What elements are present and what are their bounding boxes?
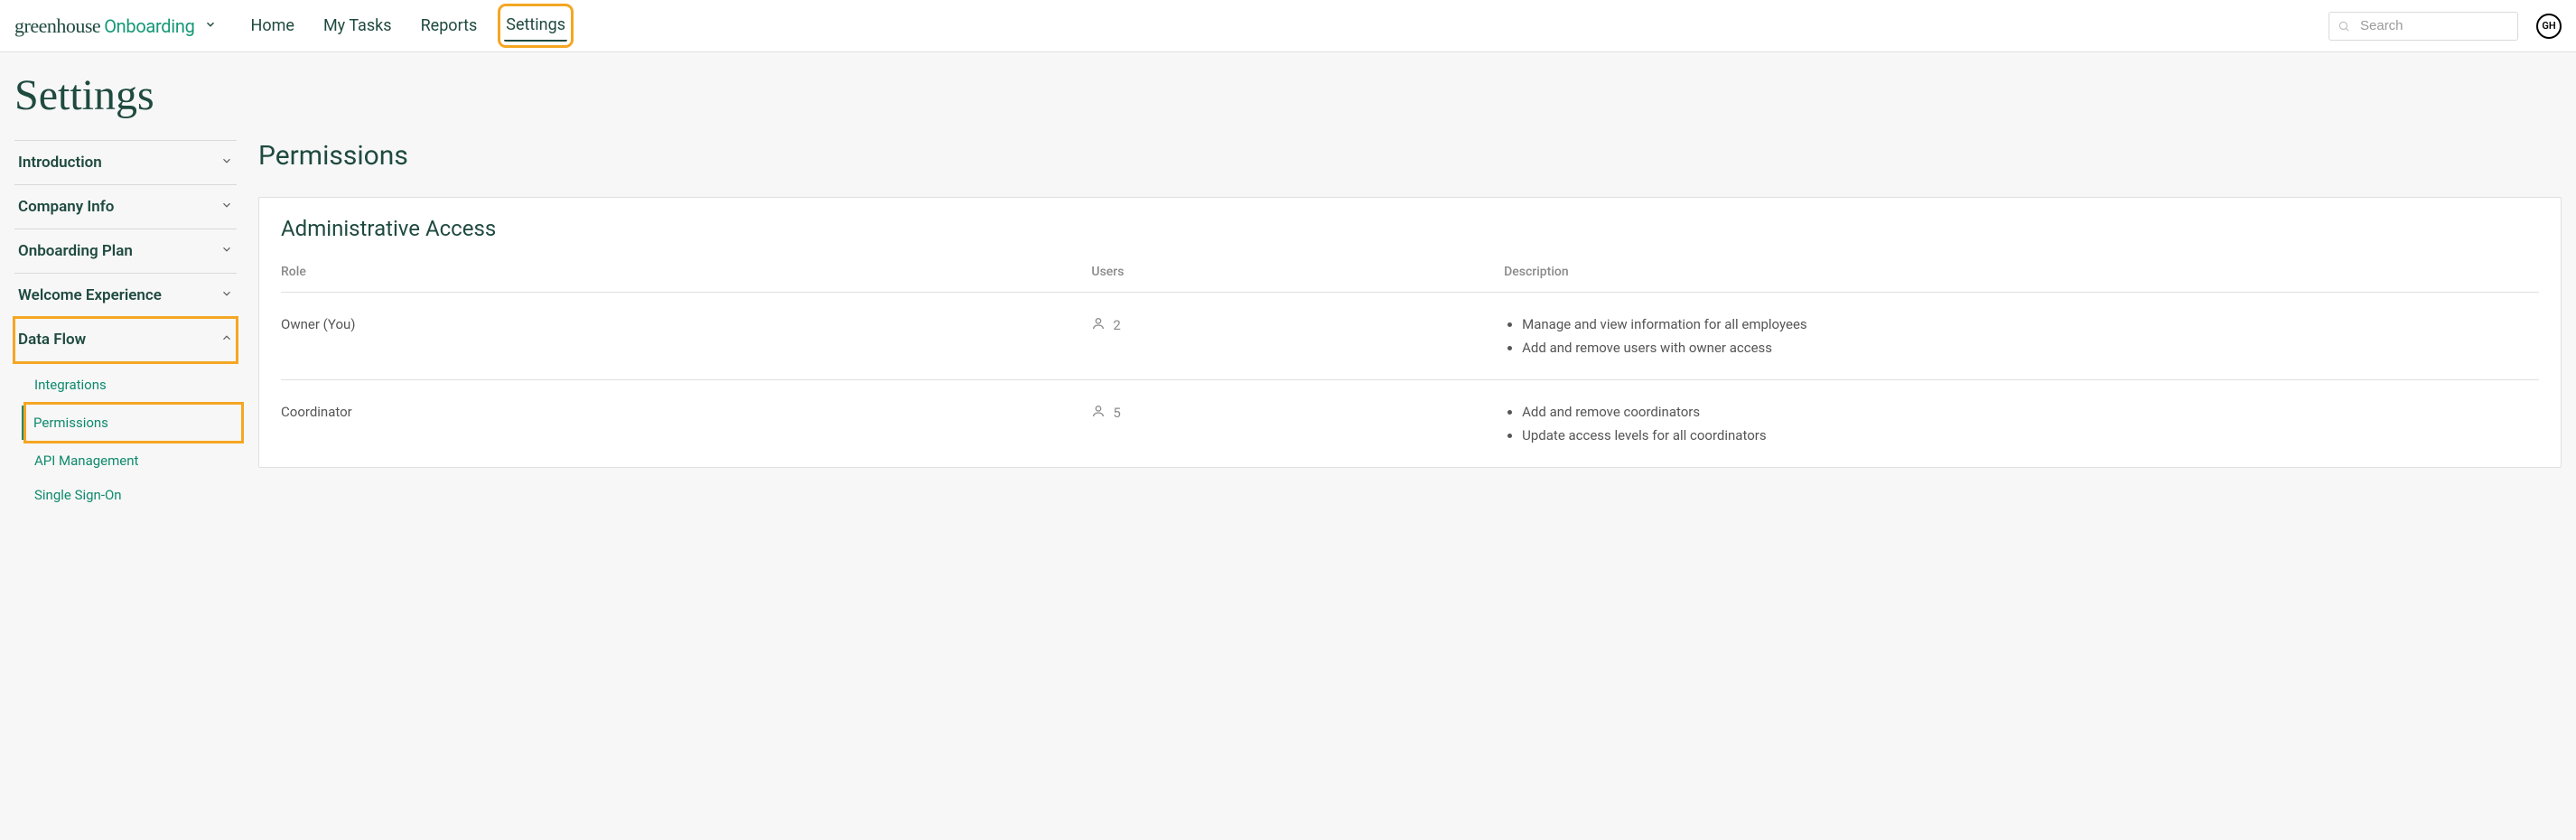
col-description: Description — [1504, 265, 2539, 279]
panel-title: Administrative Access — [281, 216, 2539, 241]
search-input[interactable] — [2329, 12, 2518, 41]
description-cell: Manage and view information for all empl… — [1504, 316, 2539, 356]
main-title: Permissions — [258, 140, 2562, 172]
description-item: Add and remove users with owner access — [1522, 340, 2539, 356]
settings-layout: Introduction Company Info Onboarding Pla… — [14, 140, 2562, 518]
users-count: 2 — [1113, 317, 1120, 333]
sidebar-section-label: Introduction — [18, 154, 102, 172]
sidebar-item-single-sign-on[interactable]: Single Sign-On — [31, 478, 237, 512]
sidebar-item-api-management[interactable]: API Management — [31, 443, 237, 478]
sidebar-section-welcome-experience[interactable]: Welcome Experience — [14, 274, 237, 318]
table-row[interactable]: Owner (You) 2 Manage and view informatio… — [281, 292, 2539, 379]
sidebar-section-introduction[interactable]: Introduction — [14, 140, 237, 185]
chevron-down-icon — [220, 242, 233, 260]
page-title: Settings — [14, 70, 2562, 120]
table-row[interactable]: Coordinator 5 Add and remove coordinator… — [281, 379, 2539, 467]
chevron-down-icon — [220, 198, 233, 216]
avatar-initials: GH — [2542, 20, 2555, 32]
sidebar-item-integrations[interactable]: Integrations — [31, 368, 237, 402]
sidebar-section-onboarding-plan[interactable]: Onboarding Plan — [14, 229, 237, 274]
user-icon — [1091, 316, 1106, 334]
users-cell: 5 — [1091, 404, 1489, 422]
admin-access-panel: Administrative Access Role Users Descrip… — [258, 197, 2562, 468]
topbar: greenhouse Onboarding Home My Tasks Repo… — [0, 0, 2576, 52]
sidebar-data-flow-children: Integrations Permissions API Management … — [14, 362, 237, 518]
description-cell: Add and remove coordinators Update acces… — [1504, 404, 2539, 443]
description-item: Update access levels for all coordinator… — [1522, 427, 2539, 443]
sidebar-item-permissions[interactable]: Permissions — [22, 406, 240, 440]
col-role: Role — [281, 265, 1077, 279]
main-nav: Home My Tasks Reports Settings — [249, 10, 568, 42]
nav-my-tasks[interactable]: My Tasks — [322, 11, 394, 41]
nav-reports[interactable]: Reports — [419, 11, 480, 41]
description-item: Add and remove coordinators — [1522, 404, 2539, 420]
sidebar-item-permissions-wrap: Permissions — [25, 404, 242, 442]
sidebar-section-label: Data Flow — [18, 331, 86, 349]
chevron-down-icon — [220, 154, 233, 172]
logo-brand: greenhouse — [14, 14, 100, 38]
main-content: Permissions Administrative Access Role U… — [258, 140, 2562, 468]
col-users: Users — [1091, 265, 1489, 279]
users-cell: 2 — [1091, 316, 1489, 334]
users-count: 5 — [1113, 405, 1120, 421]
chevron-down-icon — [204, 17, 217, 34]
settings-sidebar: Introduction Company Info Onboarding Pla… — [14, 140, 237, 518]
logo-product: Onboarding — [104, 15, 194, 37]
table-header: Role Users Description — [281, 265, 2539, 292]
chevron-up-icon — [220, 331, 233, 349]
chevron-down-icon — [220, 286, 233, 304]
role-cell: Owner (You) — [281, 316, 1077, 332]
product-switcher[interactable]: greenhouse Onboarding — [14, 14, 217, 38]
sidebar-section-label: Welcome Experience — [18, 286, 162, 304]
sidebar-section-label: Onboarding Plan — [18, 242, 133, 260]
search-box — [2329, 12, 2518, 41]
nav-settings[interactable]: Settings — [504, 10, 567, 42]
topbar-right: GH — [2329, 12, 2562, 41]
avatar[interactable]: GH — [2536, 14, 2562, 39]
nav-home[interactable]: Home — [249, 11, 296, 41]
role-cell: Coordinator — [281, 404, 1077, 420]
sidebar-section-label: Company Info — [18, 198, 114, 216]
search-icon — [2338, 20, 2350, 33]
permissions-table: Role Users Description Owner (You) 2 — [281, 265, 2539, 467]
sidebar-section-data-flow[interactable]: Data Flow — [14, 318, 237, 362]
user-icon — [1091, 404, 1106, 422]
description-item: Manage and view information for all empl… — [1522, 316, 2539, 332]
sidebar-section-company-info[interactable]: Company Info — [14, 185, 237, 229]
page-body: Settings Introduction Company Info Onboa… — [0, 52, 2576, 840]
